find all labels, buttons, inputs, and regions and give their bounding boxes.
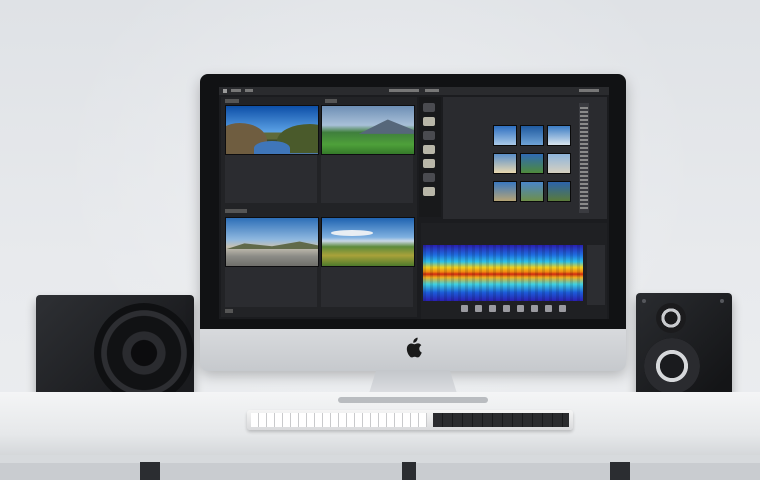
library-thumbnail[interactable] bbox=[520, 125, 544, 146]
left-speaker-woofer bbox=[94, 303, 194, 403]
library-thumbnail[interactable] bbox=[493, 125, 517, 146]
desk-leg bbox=[402, 462, 416, 480]
landscape-photo-meadow[interactable] bbox=[321, 105, 415, 155]
library-thumbnail[interactable] bbox=[547, 153, 571, 174]
library-thumbnail[interactable] bbox=[520, 181, 544, 202]
desk-leg bbox=[140, 462, 160, 480]
control-button[interactable] bbox=[475, 305, 482, 312]
library-thumbnail[interactable] bbox=[547, 181, 571, 202]
control-button[interactable] bbox=[559, 305, 566, 312]
photo-viewer-panel bbox=[221, 97, 417, 317]
control-button[interactable] bbox=[545, 305, 552, 312]
keyboard-keys-dark bbox=[433, 413, 569, 427]
tool-palette bbox=[419, 97, 441, 217]
library-thumbnail[interactable] bbox=[493, 181, 517, 202]
monitor-screen bbox=[219, 87, 609, 319]
landscape-photo-valley[interactable] bbox=[225, 105, 319, 155]
desk-edge bbox=[0, 455, 760, 463]
tool-button[interactable] bbox=[423, 173, 435, 182]
landscape-photo-hills[interactable] bbox=[321, 217, 415, 267]
spectrum-side-controls[interactable] bbox=[587, 245, 605, 305]
library-thumbnail[interactable] bbox=[520, 153, 544, 174]
right-speaker-tweeter bbox=[656, 303, 686, 333]
keyboard bbox=[247, 410, 573, 430]
tool-button[interactable] bbox=[423, 131, 435, 140]
control-button[interactable] bbox=[517, 305, 524, 312]
library-thumbnail[interactable] bbox=[493, 153, 517, 174]
library-scrollbar[interactable] bbox=[579, 103, 589, 213]
monitor-stand-base bbox=[338, 397, 488, 403]
control-button[interactable] bbox=[503, 305, 510, 312]
desk-setup-photo bbox=[0, 0, 760, 480]
library-thumbnail[interactable] bbox=[547, 125, 571, 146]
image-library-panel bbox=[443, 97, 607, 219]
landscape-photo-road[interactable] bbox=[225, 217, 319, 267]
tool-button[interactable] bbox=[423, 117, 435, 126]
speaker-screw bbox=[720, 299, 724, 303]
empty-frame bbox=[321, 155, 413, 203]
floor bbox=[0, 463, 760, 480]
tool-button[interactable] bbox=[423, 187, 435, 196]
control-button[interactable] bbox=[489, 305, 496, 312]
speaker-screw bbox=[642, 299, 646, 303]
spectrum-panel bbox=[421, 223, 607, 319]
tool-button[interactable] bbox=[423, 159, 435, 168]
empty-frame bbox=[225, 155, 317, 203]
playback-controls bbox=[461, 305, 581, 313]
library-scrollbar-thumb[interactable] bbox=[580, 107, 588, 211]
apple-logo-icon bbox=[406, 337, 422, 358]
keyboard-keys-white bbox=[251, 413, 427, 427]
empty-frame bbox=[225, 267, 317, 307]
control-button[interactable] bbox=[531, 305, 538, 312]
tool-button[interactable] bbox=[423, 145, 435, 154]
right-speaker-woofer bbox=[644, 338, 700, 394]
control-button[interactable] bbox=[461, 305, 468, 312]
menu-icon bbox=[223, 89, 227, 93]
empty-frame bbox=[321, 267, 413, 307]
menu-bar bbox=[219, 87, 609, 95]
desk-leg bbox=[610, 462, 630, 480]
tool-button[interactable] bbox=[423, 103, 435, 112]
